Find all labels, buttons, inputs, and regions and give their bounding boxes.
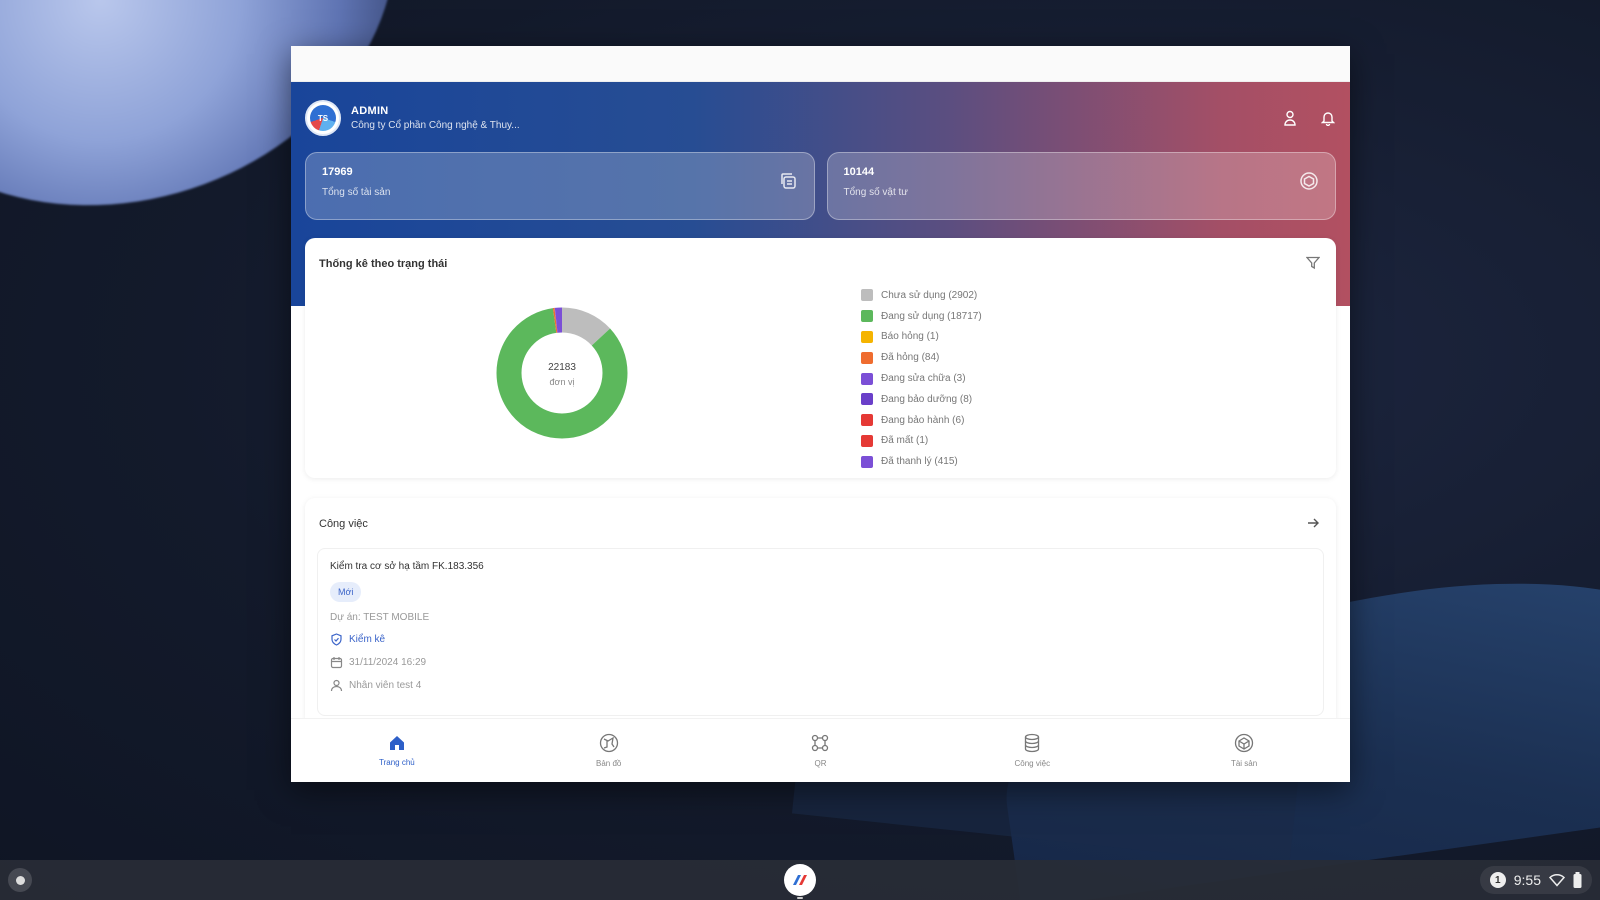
nav-label-home: Trang chủ [379,758,415,767]
legend-label: Chưa sử dụng (2902) [881,289,978,301]
legend-swatch [861,455,873,468]
legend-item[interactable]: Đã thanh lý (415) [861,451,982,472]
status-legend: Chưa sử dụng (2902) Đang sử dụng (18717)… [861,285,982,472]
legend-item[interactable]: Báo hỏng (1) [861,327,982,348]
task-assignee: Nhân viên test 4 [349,680,422,691]
donut-center-value: 22183 [548,362,576,373]
tasks-icon [1025,733,1040,753]
total-assets-card[interactable]: 17969 Tổng số tài sản [305,152,815,220]
arrow-right-icon[interactable] [1306,516,1320,535]
running-indicator [797,897,803,899]
nav-item-map[interactable]: Bản đồ [503,719,715,782]
app-logo-icon [793,875,807,885]
legend-swatch [861,434,873,447]
donut-center-unit: đơn vị [550,377,575,387]
legend-item[interactable]: Đang bảo dưỡng (8) [861,389,982,410]
legend-label: Đang bảo dưỡng (8) [881,393,973,405]
legend-label: Đã mất (1) [881,435,929,447]
system-shelf: 1 9:55 [0,860,1600,900]
nav-label-assets: Tài sản [1230,759,1258,768]
donut-segments [496,307,628,439]
legend-label: Đang sửa chữa (3) [881,373,966,385]
task-project-text: Dự án: TEST MOBILE [330,612,430,623]
company-name: Công ty Cổ phần Công nghệ & Thuy... [351,120,520,131]
total-materials-label: Tổng số vật tư [843,187,909,198]
qr-icon [812,734,829,752]
task-project: Dự án: TEST MOBILE [330,612,1311,623]
legend-swatch [861,372,873,385]
tasks-card: Công việc Kiểm tra cơ sở hạ tầm FK.183.3… [305,498,1336,728]
total-assets-label: Tổng số tài sản [322,187,391,198]
user-name: ADMIN [351,105,389,117]
status-statistics-card: Thống kê theo trạng thái 22183 đơn vị Ch… [305,238,1336,478]
legend-swatch [861,310,873,323]
legend-item[interactable]: Chưa sử dụng (2902) [861,285,982,306]
bell-icon[interactable] [1320,110,1336,126]
nav-label-map: Bản đồ [596,759,622,768]
total-materials-card[interactable]: 10144 Tổng số vật tư [826,152,1336,220]
total-materials-value: 10144 [843,166,875,178]
status-area[interactable]: 1 9:55 [1479,866,1592,894]
clock-time: 9:55 [1513,872,1541,888]
legend-label: Báo hỏng (1) [881,331,939,343]
legend-swatch [861,393,873,406]
calendar-icon [330,657,343,669]
filter-icon[interactable] [1305,256,1321,275]
nav-item-assets[interactable]: Tài sản [1138,719,1350,782]
legend-swatch [861,289,873,302]
app-window: TS ADMIN Công ty Cổ phần Công nghệ & Thu… [291,46,1350,782]
task-type: Kiểm kê [349,634,386,645]
battery-icon [1573,872,1582,888]
legend-label: Đã hỏng (84) [881,352,940,364]
legend-item[interactable]: Đang bảo hành (6) [861,410,982,431]
app-header: TS ADMIN Công ty Cổ phần Công nghệ & Thu… [305,98,1336,138]
stats-row: 17969 Tổng số tài sản 10144 Tổng số vật … [305,152,1336,220]
launcher-button[interactable] [8,868,32,892]
legend-label: Đã thanh lý (415) [881,456,958,468]
legend-item[interactable]: Đang sử dụng (18717) [861,306,982,327]
legend-swatch [861,351,873,364]
tasks-card-title: Công việc [319,518,368,530]
copy-icon [778,171,798,196]
task-item[interactable]: Kiểm tra cơ sở hạ tầm FK.183.356 Mới Dự … [317,548,1324,716]
task-status-badge: Mới [330,582,362,602]
task-type-row: Kiểm kê [330,633,1311,646]
task-assignee-row: Nhân viên test 4 [330,679,1311,692]
window-titlebar[interactable] [291,46,1350,82]
nav-label-qr: QR [814,759,827,768]
box-icon [1299,171,1319,196]
status-card-title: Thống kê theo trạng thái [319,258,448,270]
company-logo: TS [305,100,341,136]
assets-icon [1234,733,1254,753]
task-datetime-row: 31/11/2024 16:29 [330,656,1311,669]
total-assets-value: 17969 [322,166,353,178]
nav-item-qr[interactable]: QR [715,719,927,782]
legend-label: Đang bảo hành (6) [881,414,965,426]
legend-item[interactable]: Đã hỏng (84) [861,347,982,368]
notification-badge[interactable]: 1 [1489,872,1506,888]
legend-swatch [861,414,873,427]
wifi-icon [1549,874,1565,887]
task-datetime: 31/11/2024 16:29 [349,657,427,668]
task-title: Kiểm tra cơ sở hạ tầm FK.183.356 [330,561,484,572]
legend-swatch [861,330,873,343]
user-info: ADMIN Công ty Cổ phần Công nghệ & Thuy..… [351,105,520,131]
legend-item[interactable]: Đã mất (1) [861,431,982,452]
user-icon[interactable] [1282,110,1298,126]
nav-label-tasks: Công việc [1014,759,1051,768]
person-icon [330,679,343,692]
shield-check-icon [331,633,342,646]
map-icon [599,733,618,753]
status-donut-chart: 22183 đơn vị [496,307,628,439]
launcher-icon [15,875,25,885]
legend-label: Đang sử dụng (18717) [881,310,982,322]
nav-item-tasks[interactable]: Công việc [926,719,1138,782]
legend-item[interactable]: Đang sửa chữa (3) [861,368,982,389]
status-tray[interactable]: 1 9:55 [1479,866,1592,894]
pinned-app-icon[interactable] [784,864,816,896]
home-icon [389,736,404,750]
nav-item-home[interactable]: Trang chủ [291,719,503,782]
bottom-navigation: Trang chủ Bản đồ QR Công việc Tài sản [291,718,1350,782]
